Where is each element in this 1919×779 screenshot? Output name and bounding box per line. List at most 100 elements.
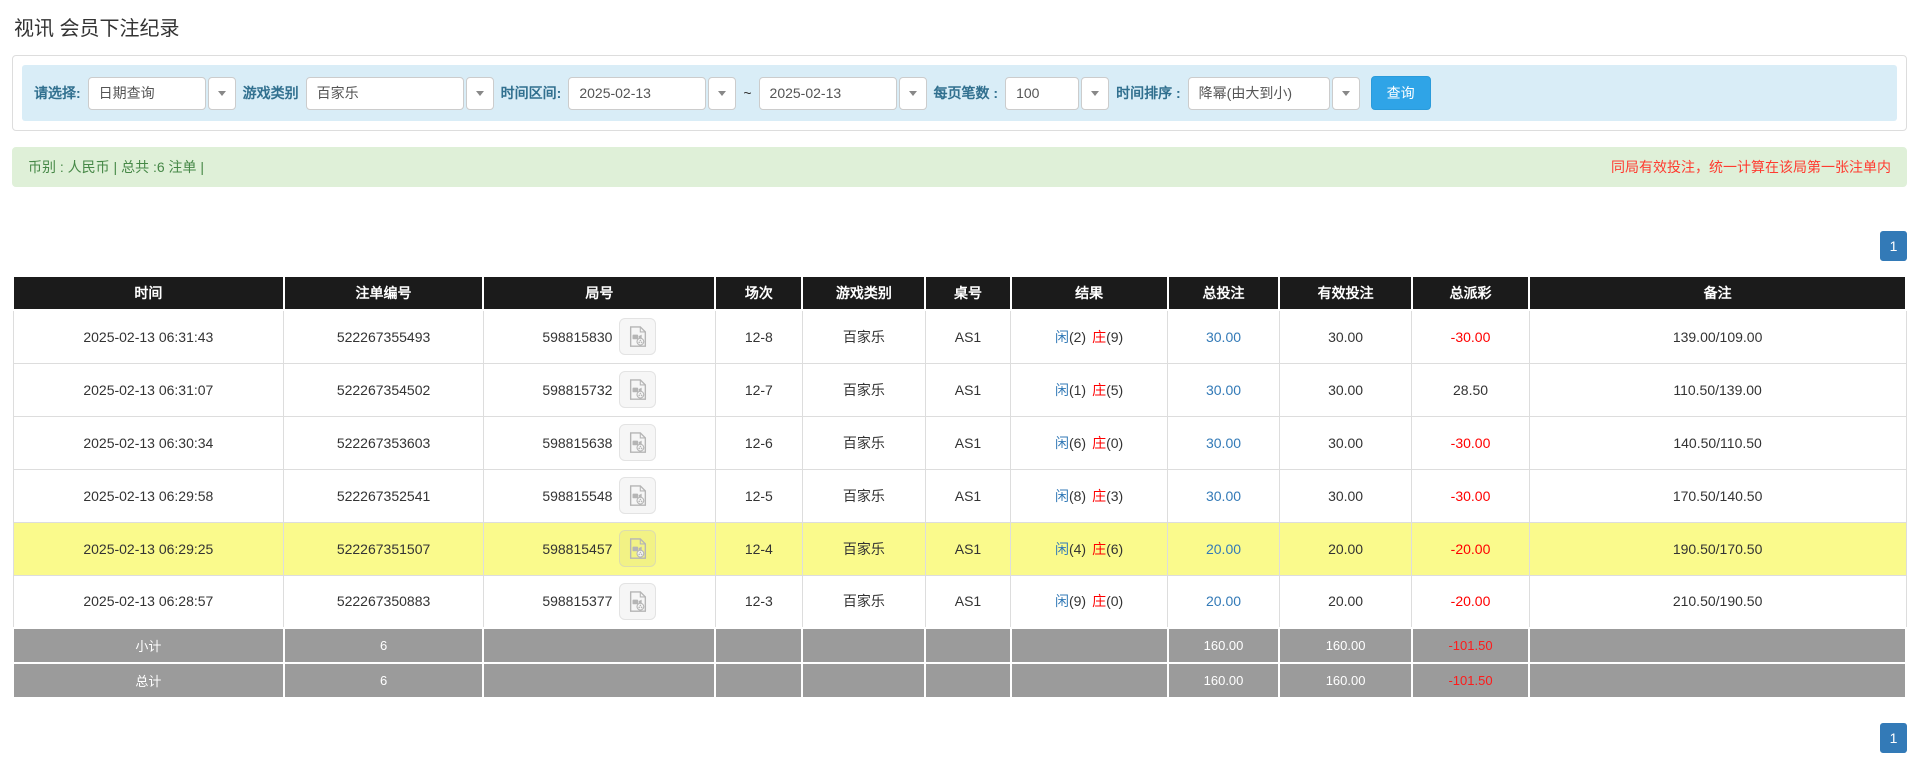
date-from-combobox (568, 77, 736, 110)
cell-table-no: AS1 (925, 363, 1010, 416)
pagination-top: 1 (12, 231, 1907, 261)
caret-down-icon (718, 91, 726, 96)
cell-valid-bet: 30.00 (1279, 310, 1412, 363)
result-player-value: (2) (1069, 329, 1086, 345)
cell-session: 12-4 (715, 522, 802, 575)
footer-payout: -101.50 (1412, 628, 1529, 663)
time-sort-label: 时间排序 : (1116, 83, 1181, 103)
result-player-label: 闲 (1055, 329, 1069, 345)
caret-down-icon (909, 91, 917, 96)
round-id-text: 598815457 (542, 541, 612, 557)
game-type-label: 游戏类别 (243, 83, 299, 103)
cell-session: 12-5 (715, 469, 802, 522)
footer-total-bet: 160.00 (1168, 663, 1280, 698)
cell-payout: -30.00 (1412, 469, 1529, 522)
caret-down-icon (476, 91, 484, 96)
query-type-input[interactable] (88, 77, 206, 110)
header-round-id: 局号 (483, 276, 715, 310)
result-banker-label: 庄 (1092, 435, 1106, 451)
footer-valid-bet: 160.00 (1279, 628, 1412, 663)
video-replay-button[interactable] (619, 583, 656, 620)
game-type-input[interactable] (306, 77, 464, 110)
footer-count: 6 (284, 663, 484, 698)
header-total-bet: 总投注 (1168, 276, 1280, 310)
date-from-input[interactable] (568, 77, 706, 110)
footer-payout: -101.50 (1412, 663, 1529, 698)
result-player-label: 闲 (1055, 488, 1069, 504)
currency-total-text: 币别 : 人民币 | 总共 :6 注单 | (28, 157, 204, 177)
table-body: 2025-02-13 06:31:43 522267355493 5988158… (13, 310, 1906, 698)
round-id-text: 598815732 (542, 382, 612, 398)
result-banker-label: 庄 (1092, 593, 1106, 609)
footer-valid-bet: 160.00 (1279, 663, 1412, 698)
query-type-dropdown-button[interactable] (208, 77, 236, 110)
cell-total-bet[interactable]: 30.00 (1168, 469, 1280, 522)
cell-remark: 210.50/190.50 (1529, 575, 1906, 628)
cell-total-bet[interactable]: 20.00 (1168, 575, 1280, 628)
header-result: 结果 (1011, 276, 1168, 310)
cell-total-bet[interactable]: 20.00 (1168, 522, 1280, 575)
footer-total-bet: 160.00 (1168, 628, 1280, 663)
time-range-label: 时间区间: (501, 83, 562, 103)
game-type-dropdown-button[interactable] (466, 77, 494, 110)
cell-result: 闲(1)庄(5) (1011, 363, 1168, 416)
time-sort-input[interactable] (1188, 77, 1330, 110)
video-replay-button[interactable] (619, 477, 656, 514)
table-row: 2025-02-13 06:29:25 522267351507 5988154… (13, 522, 1906, 575)
cell-remark: 170.50/140.50 (1529, 469, 1906, 522)
cell-total-bet[interactable]: 30.00 (1168, 416, 1280, 469)
cell-payout: -30.00 (1412, 310, 1529, 363)
time-sort-dropdown-button[interactable] (1332, 77, 1360, 110)
result-player-value: (9) (1069, 593, 1086, 609)
cell-payout: 28.50 (1412, 363, 1529, 416)
cell-session: 12-3 (715, 575, 802, 628)
table-header: 时间 注单编号 局号 场次 游戏类别 桌号 结果 总投注 有效投注 总派彩 备注 (13, 276, 1906, 310)
cell-game-type: 百家乐 (802, 522, 925, 575)
table-row: 2025-02-13 06:29:58 522267352541 5988155… (13, 469, 1906, 522)
page-size-dropdown-button[interactable] (1081, 77, 1109, 110)
search-button[interactable]: 查询 (1371, 76, 1431, 110)
video-replay-button[interactable] (619, 371, 656, 408)
cell-bet-id: 522267353603 (284, 416, 484, 469)
date-from-dropdown-button[interactable] (708, 77, 736, 110)
table-row: 2025-02-13 06:30:34 522267353603 5988156… (13, 416, 1906, 469)
date-to-input[interactable] (759, 77, 897, 110)
cell-table-no: AS1 (925, 416, 1010, 469)
cell-valid-bet: 20.00 (1279, 575, 1412, 628)
video-replay-icon (627, 431, 649, 454)
cell-time: 2025-02-13 06:28:57 (13, 575, 284, 628)
result-banker-label: 庄 (1092, 541, 1106, 557)
cell-total-bet[interactable]: 30.00 (1168, 310, 1280, 363)
page-title: 视讯 会员下注纪录 (14, 12, 1907, 41)
cell-total-bet[interactable]: 30.00 (1168, 363, 1280, 416)
round-id-text: 598815377 (542, 593, 612, 609)
cell-round-id: 598815548 (483, 469, 715, 522)
result-player-label: 闲 (1055, 593, 1069, 609)
cell-result: 闲(9) 庄(0) (1011, 575, 1168, 628)
date-to-dropdown-button[interactable] (899, 77, 927, 110)
page-size-input[interactable] (1005, 77, 1079, 110)
result-banker-value: (9) (1106, 329, 1123, 345)
cell-round-id: 598815457 (483, 522, 715, 575)
video-replay-button[interactable] (619, 318, 656, 355)
table-row: 2025-02-13 06:28:57 522267350883 5988153… (13, 575, 1906, 628)
cell-time: 2025-02-13 06:29:25 (13, 522, 284, 575)
page-1-button[interactable]: 1 (1880, 723, 1907, 753)
header-row: 时间 注单编号 局号 场次 游戏类别 桌号 结果 总投注 有效投注 总派彩 备注 (13, 276, 1906, 310)
caret-down-icon (1091, 91, 1099, 96)
cell-bet-id: 522267352541 (284, 469, 484, 522)
page-1-button[interactable]: 1 (1880, 231, 1907, 261)
result-banker-value: (0) (1106, 593, 1123, 609)
cell-valid-bet: 30.00 (1279, 416, 1412, 469)
page-size-combobox (1005, 77, 1109, 110)
video-replay-button[interactable] (619, 424, 656, 461)
cell-game-type: 百家乐 (802, 310, 925, 363)
result-player-value: (4) (1069, 541, 1086, 557)
page-size-label: 每页笔数 : (934, 83, 999, 103)
result-banker-label: 庄 (1092, 329, 1106, 345)
cell-session: 12-6 (715, 416, 802, 469)
filter-panel: 请选择: 游戏类别 时间区间: ~ 每页笔数 : (12, 55, 1907, 131)
video-replay-button[interactable] (619, 530, 656, 567)
cell-valid-bet: 30.00 (1279, 363, 1412, 416)
cell-table-no: AS1 (925, 575, 1010, 628)
